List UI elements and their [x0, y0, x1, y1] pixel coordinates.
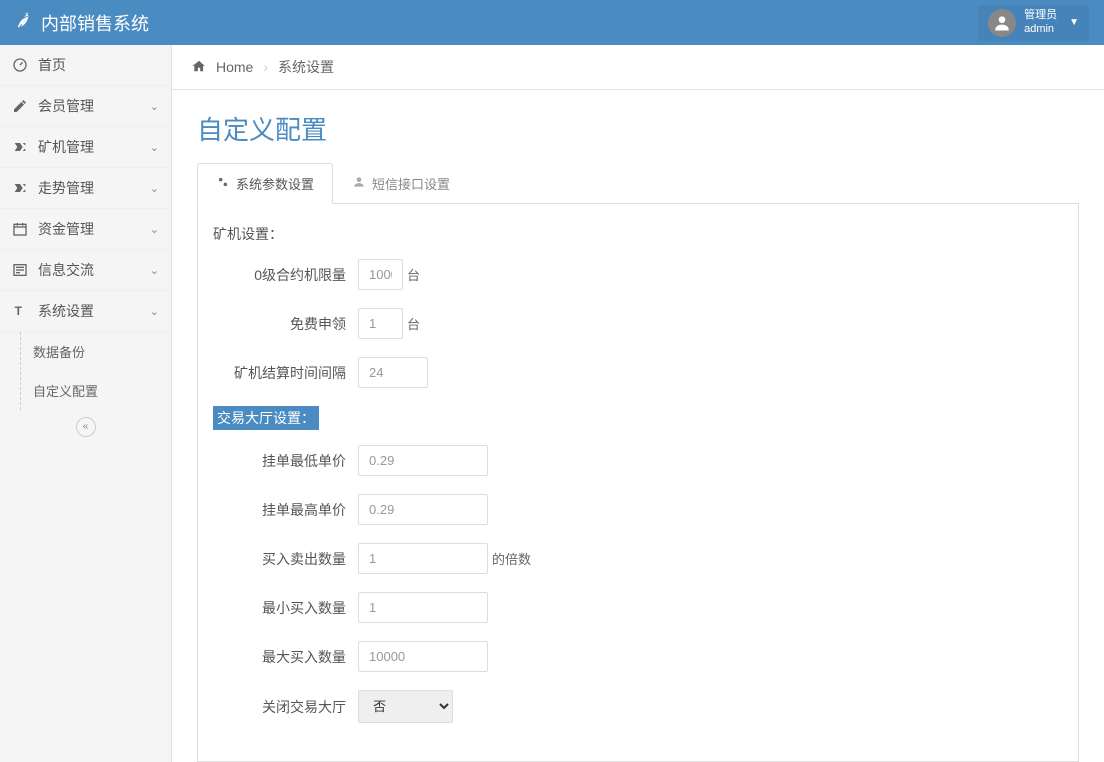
sidebar-item-label: 会员管理 — [38, 96, 94, 116]
chevron-down-icon: ⌄ — [150, 182, 159, 195]
sidebar-item-home[interactable]: 首页 — [0, 45, 171, 86]
form-row-max-buy: 最大买入数量 — [213, 641, 1063, 672]
text-icon: T — [12, 303, 28, 319]
tab-content: 矿机设置： 0级合约机限量 台 免费申领 台 矿机结算时间间隔 交易大厅设置： — [197, 204, 1079, 762]
sidebar: 首页 会员管理 ⌄ 矿机管理 ⌄ — [0, 45, 172, 762]
sidebar-item-label: 走势管理 — [38, 178, 94, 198]
settle-interval-input[interactable] — [358, 357, 428, 388]
collapse-button[interactable]: « — [76, 417, 96, 437]
newspaper-icon — [12, 262, 28, 278]
chevron-down-icon: ⌄ — [150, 264, 159, 277]
contract-limit-input[interactable] — [358, 259, 403, 290]
form-suffix: 的倍数 — [492, 549, 531, 568]
form-label: 买入卖出数量 — [213, 549, 358, 569]
min-buy-input[interactable] — [358, 592, 488, 623]
breadcrumb-home[interactable]: Home — [216, 59, 253, 75]
user-info: 管理员 admin — [1024, 9, 1057, 35]
sidebar-item-trend[interactable]: 走势管理 ⌄ — [0, 168, 171, 209]
sidebar-collapse: « — [0, 410, 171, 443]
user-menu[interactable]: 管理员 admin ▼ — [978, 5, 1089, 41]
form-row-min-buy: 最小买入数量 — [213, 592, 1063, 623]
chevron-down-icon: ⌄ — [150, 100, 159, 113]
max-price-input[interactable] — [358, 494, 488, 525]
sidebar-submenu: 数据备份 自定义配置 — [20, 332, 171, 410]
section-trading-title: 交易大厅设置： — [213, 406, 319, 430]
form-suffix: 台 — [407, 265, 420, 284]
chevron-down-icon: ⌄ — [150, 141, 159, 154]
sidebar-item-messages[interactable]: 信息交流 ⌄ — [0, 250, 171, 291]
form-label: 矿机结算时间间隔 — [213, 363, 358, 383]
form-label: 最小买入数量 — [213, 598, 358, 618]
dashboard-icon — [12, 57, 28, 73]
form-row-free-claim: 免费申领 台 — [213, 308, 1063, 339]
sidebar-item-label: 资金管理 — [38, 219, 94, 239]
breadcrumb-separator: › — [263, 59, 268, 75]
main-content: Home › 系统设置 自定义配置 系统参数设置 短信接口设置 — [172, 45, 1104, 762]
form-row-max-price: 挂单最高单价 — [213, 494, 1063, 525]
caret-down-icon: ▼ — [1069, 17, 1079, 28]
form-label: 挂单最高单价 — [213, 500, 358, 520]
shuffle-icon — [12, 180, 28, 196]
calendar-icon — [12, 221, 28, 237]
form-suffix: 台 — [407, 314, 420, 333]
home-icon — [192, 59, 206, 76]
form-row-contract-limit: 0级合约机限量 台 — [213, 259, 1063, 290]
tabs: 系统参数设置 短信接口设置 — [197, 162, 1079, 204]
form-label: 免费申领 — [213, 314, 358, 334]
avatar-icon — [988, 9, 1016, 37]
max-buy-input[interactable] — [358, 641, 488, 672]
user-icon — [352, 175, 366, 192]
tab-system-params[interactable]: 系统参数设置 — [197, 163, 333, 204]
form-label: 最大买入数量 — [213, 647, 358, 667]
user-role: 管理员 — [1024, 9, 1057, 22]
section-miner-title: 矿机设置： — [213, 224, 1063, 244]
form-row-settle-interval: 矿机结算时间间隔 — [213, 357, 1063, 388]
tab-label: 系统参数设置 — [236, 174, 314, 193]
sidebar-item-system[interactable]: T 系统设置 ⌄ — [0, 291, 171, 332]
app-title: 内部销售系统 — [41, 10, 149, 36]
sidebar-item-member[interactable]: 会员管理 ⌄ — [0, 86, 171, 127]
user-name: admin — [1024, 23, 1057, 36]
breadcrumb-current: 系统设置 — [278, 57, 334, 77]
form-label: 挂单最低单价 — [213, 451, 358, 471]
trade-qty-input[interactable] — [358, 543, 488, 574]
page-title: 自定义配置 — [172, 90, 1104, 162]
sidebar-item-label: 矿机管理 — [38, 137, 94, 157]
sidebar-item-label: 系统设置 — [38, 301, 94, 321]
min-price-input[interactable] — [358, 445, 488, 476]
sub-item-backup[interactable]: 数据备份 — [21, 332, 171, 371]
chevron-down-icon: ⌄ — [150, 223, 159, 236]
edit-icon — [12, 98, 28, 114]
sidebar-item-label: 首页 — [38, 55, 66, 75]
shuffle-icon — [12, 139, 28, 155]
sidebar-item-miner[interactable]: 矿机管理 ⌄ — [0, 127, 171, 168]
form-row-min-price: 挂单最低单价 — [213, 445, 1063, 476]
sub-item-custom-config[interactable]: 自定义配置 — [21, 371, 171, 410]
sidebar-item-label: 信息交流 — [38, 260, 94, 280]
sidebar-item-funds[interactable]: 资金管理 ⌄ — [0, 209, 171, 250]
tab-sms-settings[interactable]: 短信接口设置 — [333, 163, 469, 204]
cogs-icon — [216, 175, 230, 192]
header-brand: 内部销售系统 — [15, 10, 149, 36]
free-claim-input[interactable] — [358, 308, 403, 339]
app-header: 内部销售系统 管理员 admin ▼ — [0, 0, 1104, 45]
form-row-close-hall: 关闭交易大厅 否 — [213, 690, 1063, 723]
close-hall-select[interactable]: 否 — [358, 690, 453, 723]
form-row-trade-qty: 买入卖出数量 的倍数 — [213, 543, 1063, 574]
svg-text:T: T — [15, 304, 23, 318]
tab-label: 短信接口设置 — [372, 174, 450, 193]
breadcrumb: Home › 系统设置 — [172, 45, 1104, 90]
leaf-icon — [15, 11, 33, 34]
form-label: 0级合约机限量 — [213, 265, 358, 285]
form-label: 关闭交易大厅 — [213, 697, 358, 717]
chevron-down-icon: ⌄ — [150, 305, 159, 318]
